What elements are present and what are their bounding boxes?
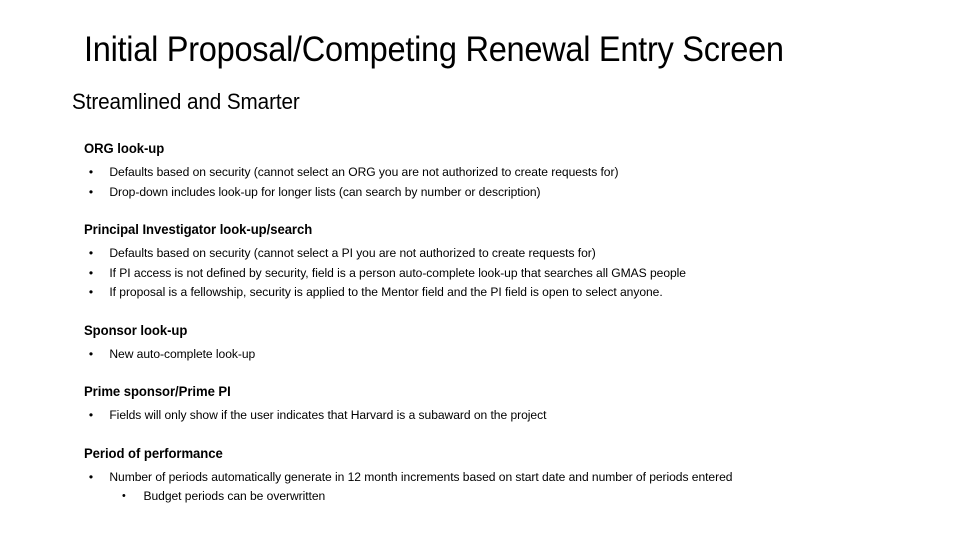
section-heading: Prime sponsor/Prime PI	[84, 384, 231, 399]
bullet-dot-icon: •	[88, 408, 94, 422]
bullet-list: • Defaults based on security (cannot sele…	[84, 163, 864, 202]
bullet-list: • Defaults based on security (cannot sele…	[84, 244, 864, 303]
sub-bullet-dot-icon: •	[122, 490, 126, 502]
bullet-item: • Drop-down includes look-up for longer l…	[84, 183, 845, 203]
bullet-item: • Fields will only show if the user indic…	[84, 406, 845, 426]
sub-bullet-item: • Budget periods can be overwritten	[84, 487, 845, 507]
section-heading: Period of performance	[84, 445, 223, 461]
bullet-dot-icon: •	[88, 469, 94, 484]
bullet-dot-icon: •	[88, 285, 94, 299]
section-heading: ORG look-up	[84, 141, 165, 156]
bullet-text: Defaults based on security (cannot selec…	[109, 246, 596, 260]
bullet-item: • If proposal is a fellowship, security i…	[84, 283, 845, 303]
bullet-dot-icon: •	[88, 246, 94, 260]
content-section: Sponsor look-up • New auto-complete look-u…	[84, 322, 864, 365]
bullet-text: Drop-down includes look-up for longer li…	[109, 184, 541, 199]
bullet-item: • Number of periods automatically generat…	[84, 468, 845, 488]
bullet-list: • New auto-complete look-up	[84, 345, 864, 365]
bullet-item: • If PI access is not defined by security…	[84, 264, 845, 284]
content-section: ORG look-up • Defaults based on security (…	[84, 140, 864, 202]
sub-bullet-text: Budget periods can be overwritten	[143, 489, 326, 503]
content-section: Prime sponsor/Prime PI • Fields will only …	[84, 383, 864, 426]
bullet-dot-icon: •	[88, 265, 94, 280]
bullet-text: If PI access is not defined by security,…	[109, 265, 686, 280]
bullet-list: • Fields will only show if the user indic…	[84, 406, 864, 426]
section-heading: Sponsor look-up	[84, 322, 188, 338]
bullet-item: • Defaults based on security (cannot sele…	[84, 163, 845, 183]
bullet-text: New auto-complete look-up	[109, 346, 256, 361]
page-title: Initial Proposal/Competing Renewal Entry…	[84, 30, 784, 69]
content-section: Period of performance • Number of periods …	[84, 445, 864, 507]
bullet-text: Fields will only show if the user indica…	[109, 408, 547, 422]
sub-bullet-list: • Budget periods can be overwritten	[84, 487, 864, 507]
bullet-text: Defaults based on security (cannot selec…	[109, 165, 619, 179]
page-subtitle: Streamlined and Smarter	[72, 89, 300, 114]
slide-body: ORG look-up • Defaults based on security (…	[84, 140, 864, 507]
bullet-text: If proposal is a fellowship, security is…	[109, 285, 663, 299]
bullet-list: • Number of periods automatically generat…	[84, 468, 864, 507]
slide-canvas: Initial Proposal/Competing Renewal Entry…	[0, 0, 960, 540]
bullet-item: • Defaults based on security (cannot sele…	[84, 244, 845, 264]
content-section: Principal Investigator look-up/search • De…	[84, 221, 864, 303]
section-heading: Principal Investigator look-up/search	[84, 222, 313, 237]
bullet-text: Number of periods automatically generate…	[109, 469, 733, 484]
bullet-dot-icon: •	[88, 184, 94, 199]
bullet-dot-icon: •	[88, 165, 94, 179]
bullet-item: • New auto-complete look-up	[84, 345, 845, 365]
bullet-dot-icon: •	[88, 346, 94, 361]
